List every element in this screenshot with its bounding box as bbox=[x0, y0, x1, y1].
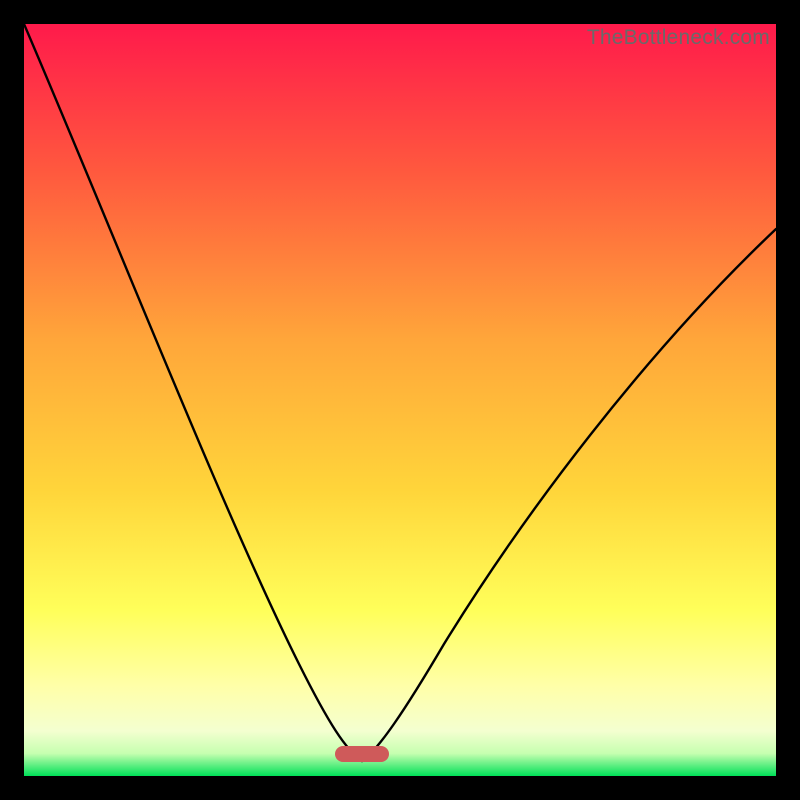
bottleneck-chart bbox=[24, 24, 776, 776]
optimum-marker bbox=[335, 746, 389, 762]
chart-frame: TheBottleneck.com bbox=[24, 24, 776, 776]
gradient-background bbox=[24, 24, 776, 776]
watermark-text: TheBottleneck.com bbox=[587, 26, 770, 50]
